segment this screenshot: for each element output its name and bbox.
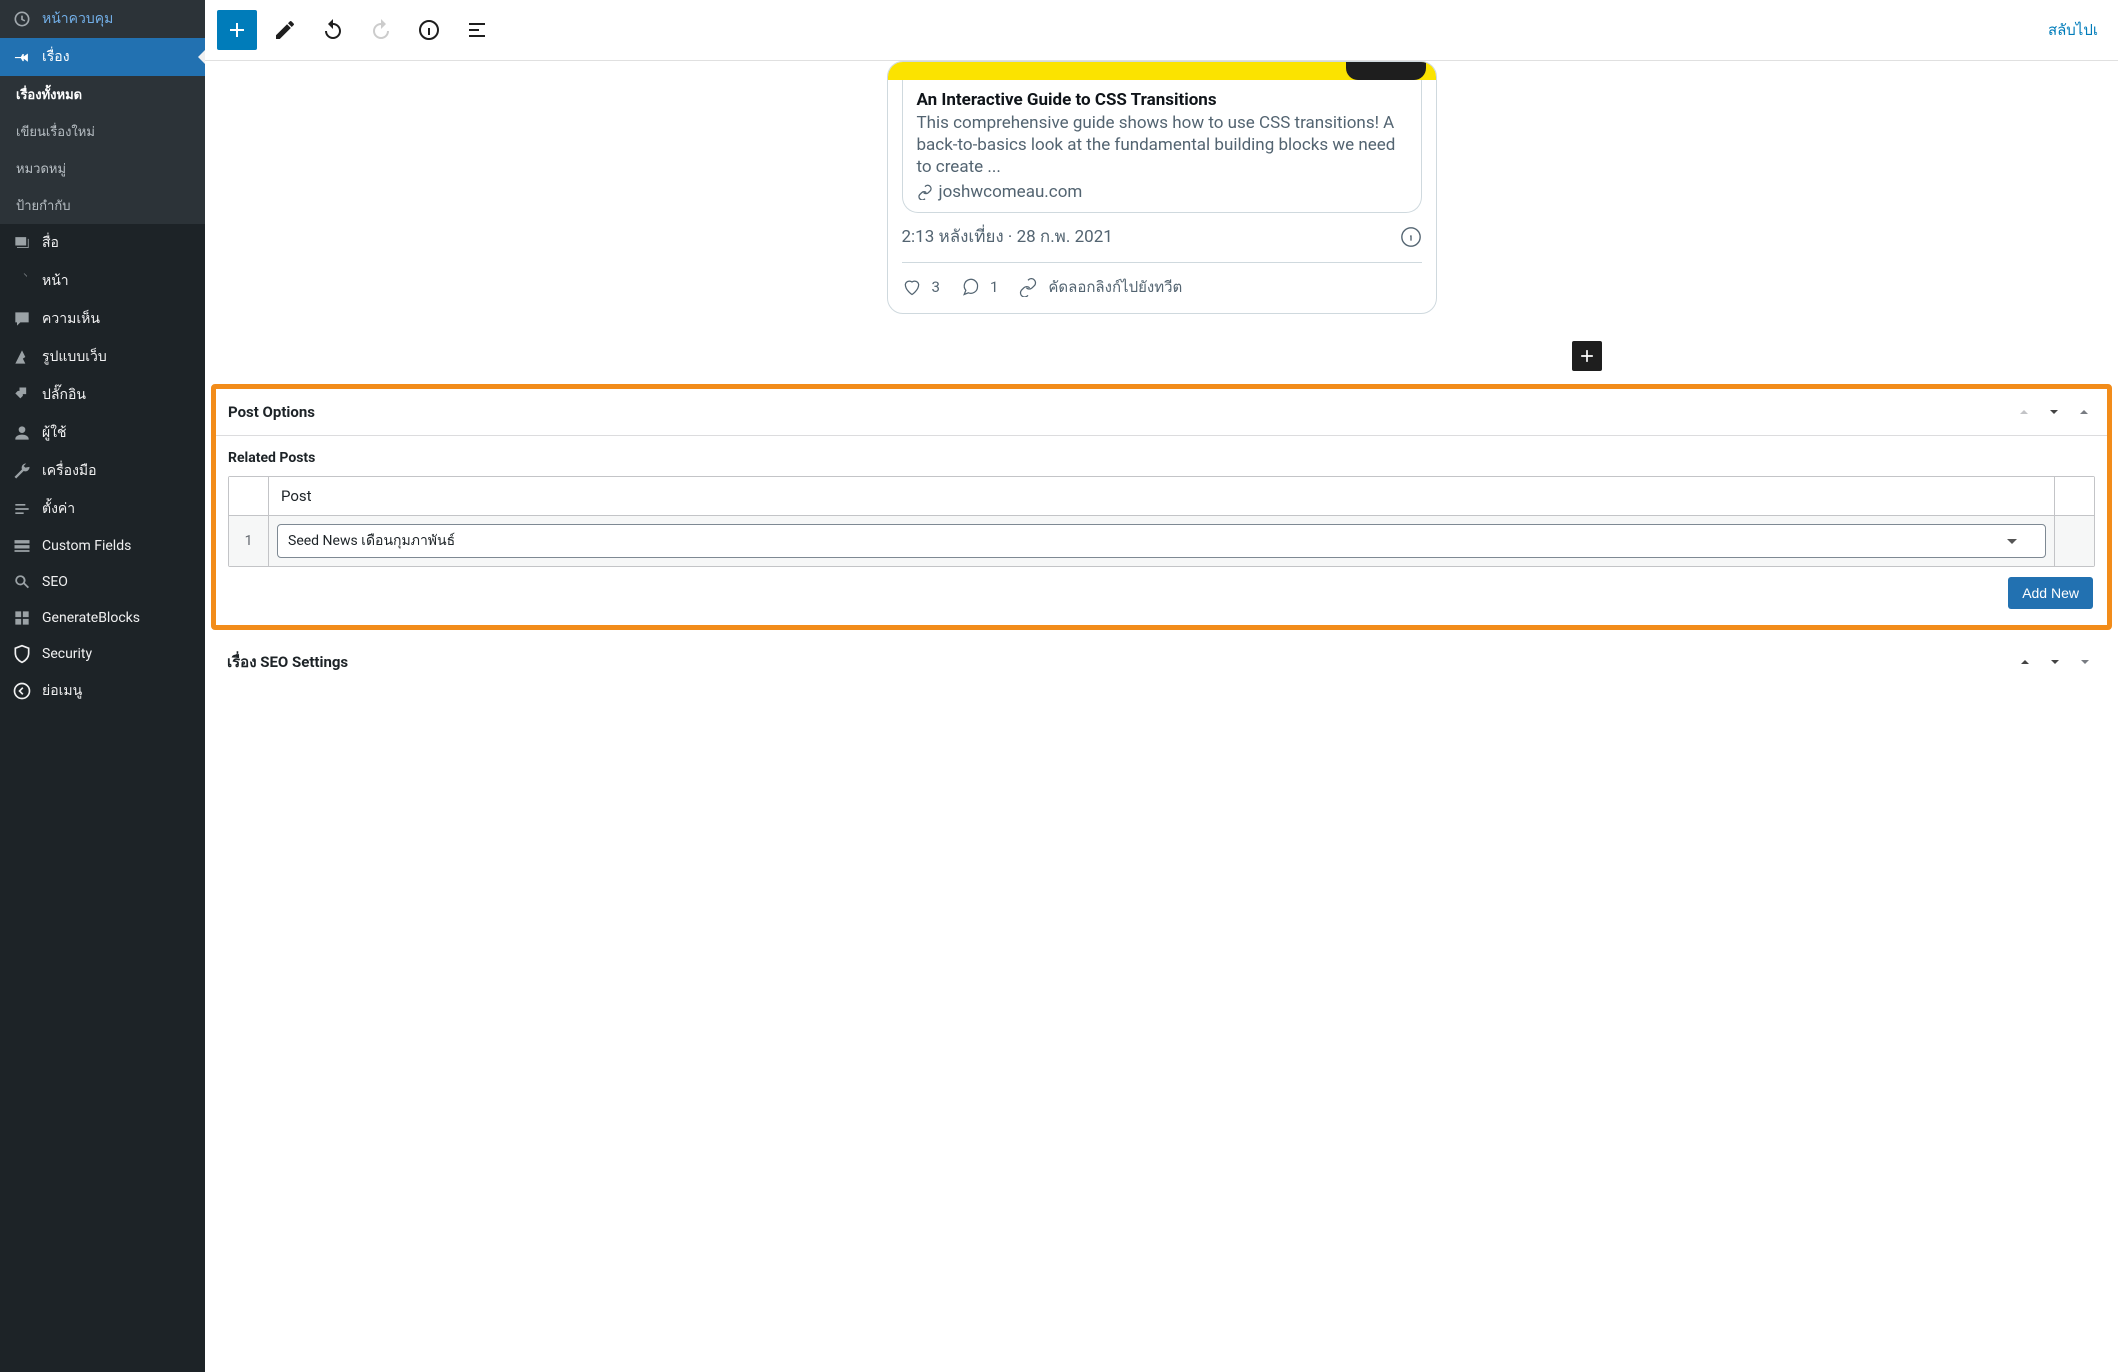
collapse-icon <box>12 681 32 701</box>
shield-icon <box>12 644 32 664</box>
add-block-button[interactable] <box>217 10 257 50</box>
panel-move-up-button[interactable] <box>2014 651 2036 673</box>
undo-button[interactable] <box>313 10 353 50</box>
custom-fields-icon <box>12 536 32 556</box>
sidebar-item-label: สื่อ <box>42 232 59 254</box>
reply-icon <box>960 277 980 297</box>
panel-toggle-button[interactable] <box>2073 401 2095 423</box>
tweet-card-description: This comprehensive guide shows how to us… <box>917 112 1407 178</box>
sidebar-subitem-categories[interactable]: หมวดหมู่ <box>0 150 205 187</box>
tweet-embed-block[interactable]: An Interactive Guide to CSS Transitions … <box>887 61 1437 314</box>
sidebar-item-label: SEO <box>42 574 68 590</box>
add-block-inline-button[interactable] <box>1572 341 1602 371</box>
sidebar-item-label: หน้าควบคุม <box>42 8 113 30</box>
sidebar-item-plugins[interactable]: ปลั๊กอิน <box>0 376 205 414</box>
col-post-header: Post <box>269 477 2054 515</box>
sidebar-item-label: ตั้งค่า <box>42 498 75 520</box>
editor-content[interactable]: An Interactive Guide to CSS Transitions … <box>205 61 2118 1372</box>
generateblocks-icon <box>12 608 32 628</box>
related-posts-label: Related Posts <box>228 450 2095 466</box>
appearance-icon <box>12 347 32 367</box>
heart-icon <box>902 277 922 297</box>
switch-editor-link[interactable]: สลับไปเ <box>2040 10 2106 50</box>
panel-move-up-button[interactable] <box>2013 401 2035 423</box>
sidebar-item-label: Custom Fields <box>42 538 131 554</box>
row-actions[interactable] <box>2054 516 2094 566</box>
pin-icon <box>12 47 32 67</box>
tweet-card-title: An Interactive Guide to CSS Transitions <box>917 90 1407 110</box>
sidebar-item-users[interactable]: ผู้ใช้ <box>0 414 205 452</box>
chevron-down-icon <box>2007 539 2017 549</box>
sidebar-item-generateblocks[interactable]: GenerateBlocks <box>0 600 205 636</box>
sidebar-item-settings[interactable]: ตั้งค่า <box>0 490 205 528</box>
sidebar-item-label: เครื่องมือ <box>42 460 97 482</box>
sidebar-item-label: Security <box>42 646 92 662</box>
comment-icon <box>12 309 32 329</box>
col-index-header <box>229 477 269 515</box>
tools-icon <box>12 461 32 481</box>
related-post-row: 1 Seed News เดือนกุมภาพันธ์ <box>229 516 2094 566</box>
redo-button[interactable] <box>361 10 401 50</box>
dashboard-icon <box>12 9 32 29</box>
sidebar-item-comments[interactable]: ความเห็น <box>0 300 205 338</box>
add-new-button[interactable]: Add New <box>2008 577 2093 609</box>
seo-settings-panel: เรื่อง SEO Settings <box>215 638 2108 686</box>
editor-canvas: An Interactive Guide to CSS Transitions … <box>742 61 1582 374</box>
tweet-like-button[interactable]: 3 <box>902 277 940 297</box>
outline-button[interactable] <box>457 10 497 50</box>
page-icon <box>12 271 32 291</box>
sidebar-item-custom-fields[interactable]: Custom Fields <box>0 528 205 564</box>
sidebar-item-label: ผู้ใช้ <box>42 422 67 444</box>
sidebar-item-posts[interactable]: เรื่อง <box>0 38 205 76</box>
related-post-select[interactable]: Seed News เดือนกุมภาพันธ์ <box>277 524 2046 558</box>
info-icon[interactable] <box>1400 226 1422 248</box>
col-actions-header <box>2054 477 2094 515</box>
sidebar-item-security[interactable]: Security <box>0 636 205 672</box>
sidebar-item-label: GenerateBlocks <box>42 610 140 626</box>
edit-mode-button[interactable] <box>265 10 305 50</box>
panel-toggle-button[interactable] <box>2074 651 2096 673</box>
tweet-reply-button[interactable]: 1 <box>960 277 998 297</box>
sidebar-item-label: หน้า <box>42 270 69 292</box>
panel-move-down-button[interactable] <box>2043 401 2065 423</box>
sidebar-item-label: ย่อเมนู <box>42 680 82 702</box>
tweet-card-image <box>888 62 1436 80</box>
info-button[interactable] <box>409 10 449 50</box>
sidebar-item-appearance[interactable]: รูปแบบเว็บ <box>0 338 205 376</box>
sidebar-item-seo[interactable]: SEO <box>0 564 205 600</box>
post-options-panel: Post Options Related Posts Post <box>211 384 2112 630</box>
admin-sidebar: หน้าควบคุม เรื่อง เรื่องทั้งหมด เขียนเรื… <box>0 0 205 1372</box>
link-icon <box>1018 277 1038 297</box>
sidebar-subitem-tags[interactable]: ป้ายกำกับ <box>0 187 205 224</box>
sidebar-item-label: ปลั๊กอิน <box>42 384 86 406</box>
tweet-timestamp: 2:13 หลังเที่ยง · 28 ก.พ. 2021 <box>902 223 1394 250</box>
sidebar-item-label: เรื่อง <box>42 46 70 68</box>
sidebar-item-tools[interactable]: เครื่องมือ <box>0 452 205 490</box>
editor-toolbar: สลับไปเ <box>205 0 2118 61</box>
settings-icon <box>12 499 32 519</box>
sidebar-item-collapse[interactable]: ย่อเมนู <box>0 672 205 710</box>
plugin-icon <box>12 385 32 405</box>
sidebar-item-label: ความเห็น <box>42 308 100 330</box>
sidebar-item-pages[interactable]: หน้า <box>0 262 205 300</box>
sidebar-item-media[interactable]: สื่อ <box>0 224 205 262</box>
sidebar-subitem-all-posts[interactable]: เรื่องทั้งหมด <box>0 76 205 113</box>
panel-move-down-button[interactable] <box>2044 651 2066 673</box>
sidebar-item-dashboard[interactable]: หน้าควบคุม <box>0 0 205 38</box>
sidebar-item-label: รูปแบบเว็บ <box>42 346 107 368</box>
sidebar-subitem-new-post[interactable]: เขียนเรื่องใหม่ <box>0 113 205 150</box>
search-icon <box>12 572 32 592</box>
panel-title: Post Options <box>228 403 2005 421</box>
row-index: 1 <box>229 516 269 566</box>
tweet-card-domain: joshwcomeau.com <box>917 182 1407 202</box>
main-area: สลับไปเ An Interactive Guide to CSS Tran… <box>205 0 2118 1372</box>
related-posts-table: Post 1 Seed News เดือนกุมภาพันธ์ <box>228 476 2095 567</box>
media-icon <box>12 233 32 253</box>
panel-title: เรื่อง SEO Settings <box>227 650 2006 674</box>
tweet-copy-link-button[interactable]: คัดลอกลิงก์ไปยังทวีต <box>1018 275 1182 299</box>
link-icon <box>917 184 933 200</box>
user-icon <box>12 423 32 443</box>
